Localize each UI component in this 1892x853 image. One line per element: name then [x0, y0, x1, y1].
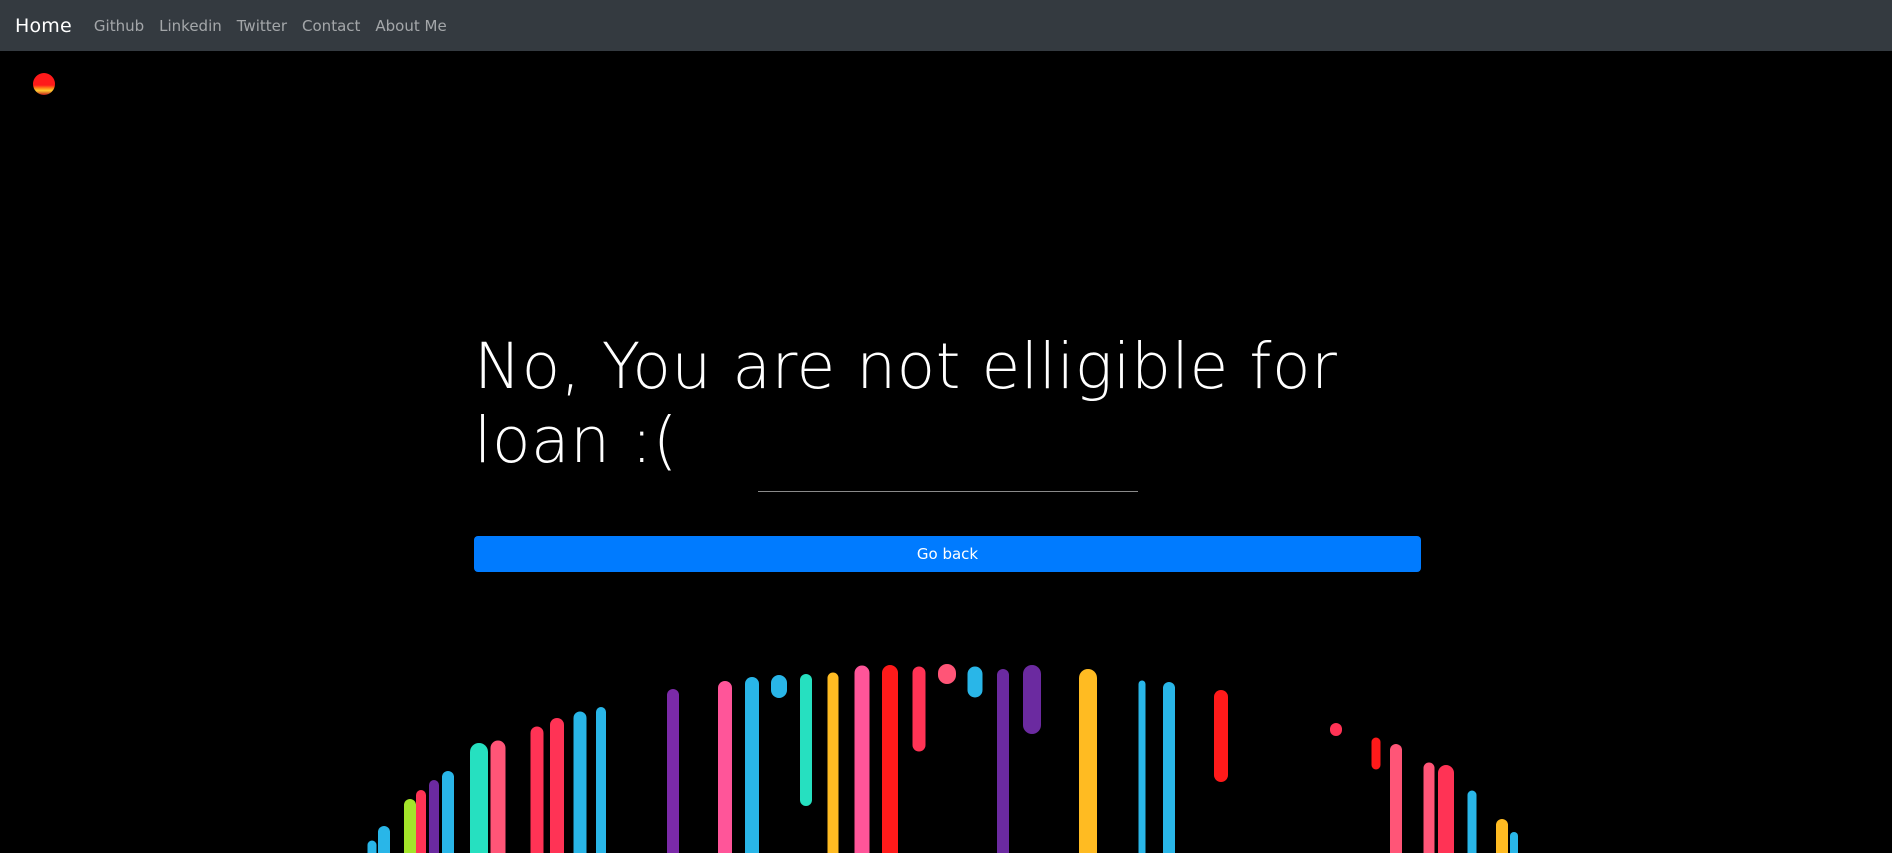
top-navbar: Home Github Linkedin Twitter Contact Abo… [0, 0, 1892, 51]
nav-github-link[interactable]: Github [94, 17, 144, 35]
nav-contact-link[interactable]: Contact [302, 17, 360, 35]
nav-home-link[interactable]: Home [15, 15, 72, 37]
paint-drips-decoration [367, 664, 1518, 853]
nav-about-link[interactable]: About Me [375, 17, 446, 35]
result-title: No, You are not elligible for loan :( [474, 330, 1338, 477]
go-back-button[interactable]: Go back [474, 536, 1421, 572]
nav-twitter-link[interactable]: Twitter [237, 17, 287, 35]
sunset-logo-icon [33, 73, 55, 95]
nav-linkedin-link[interactable]: Linkedin [159, 17, 222, 35]
divider-line [758, 491, 1138, 492]
